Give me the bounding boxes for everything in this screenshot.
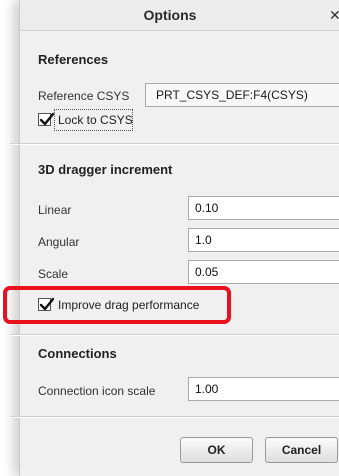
dragger-heading: 3D dragger increment: [38, 162, 173, 177]
close-icon[interactable]: ✕: [329, 0, 339, 30]
reference-csys-field[interactable]: PRT_CSYS_DEF:F4(CSYS): [145, 83, 339, 107]
connections-heading: Connections: [38, 346, 117, 361]
separator-dragger: [10, 334, 339, 336]
separator-references: [10, 143, 339, 145]
angular-input[interactable]: [188, 228, 339, 252]
lock-to-csys-label[interactable]: Lock to CSYS: [58, 113, 133, 127]
title-bar[interactable]: Options ✕: [20, 0, 339, 31]
connection-icon-scale-input[interactable]: [188, 377, 339, 401]
linear-label: Linear: [38, 203, 72, 217]
connection-icon-scale-label: Connection icon scale: [38, 384, 156, 398]
reference-csys-label: Reference CSYS: [38, 89, 130, 103]
scale-input[interactable]: [188, 260, 339, 284]
references-heading: References: [38, 52, 109, 67]
dialog-title: Options: [143, 7, 197, 23]
scale-label: Scale: [38, 267, 69, 281]
ok-button[interactable]: OK: [180, 437, 253, 463]
angular-label: Angular: [38, 235, 80, 249]
cancel-button[interactable]: Cancel: [265, 437, 338, 463]
separator-connections: [10, 416, 339, 418]
annotation-highlight-box: [3, 286, 231, 324]
lock-to-csys-checkbox[interactable]: [38, 112, 55, 126]
linear-input[interactable]: [188, 196, 339, 220]
